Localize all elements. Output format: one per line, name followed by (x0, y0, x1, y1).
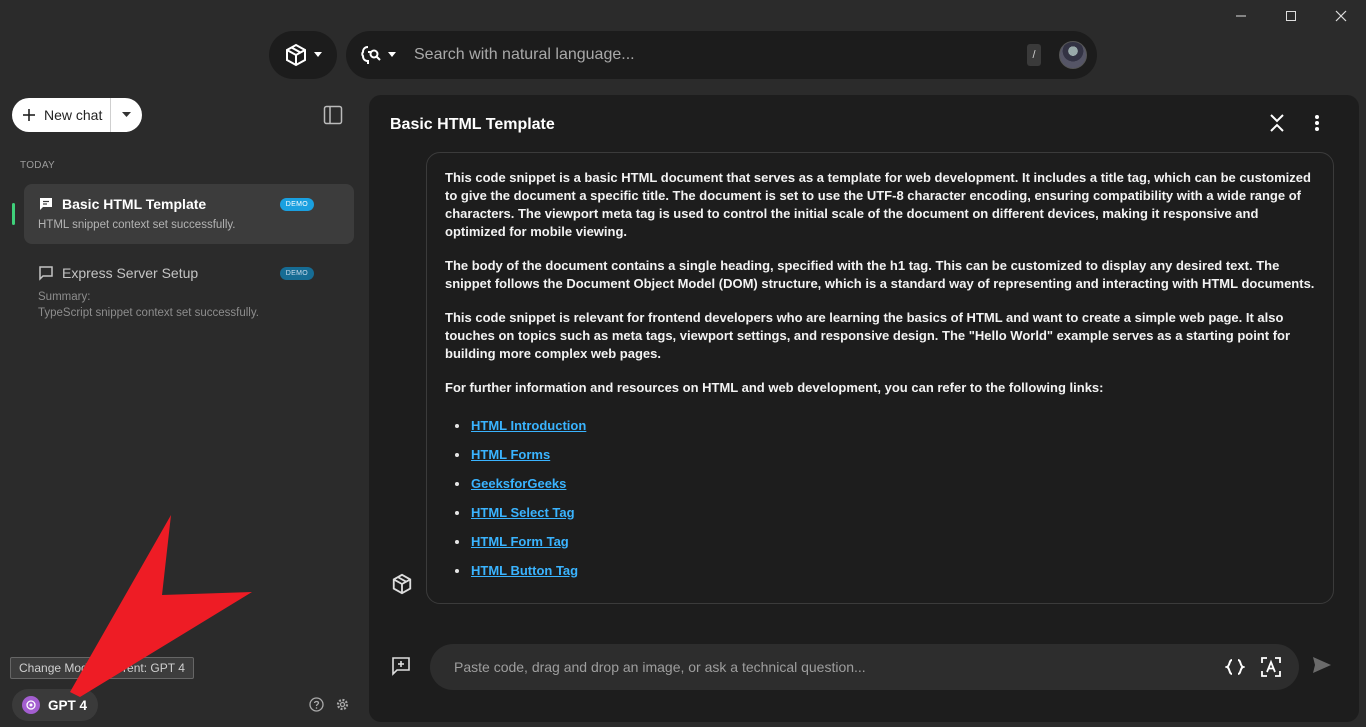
chat-add-icon (390, 655, 412, 677)
assistant-message: This code snippet is a basic HTML docume… (426, 152, 1334, 604)
openai-logo-icon (22, 696, 40, 714)
link-geeksforgeeks[interactable]: GeeksforGeeks (471, 475, 566, 493)
send-button[interactable] (1312, 655, 1332, 675)
search-bar: Search with natural language... / (346, 31, 1097, 79)
active-chat-indicator (12, 203, 15, 225)
new-chat-split-button: New chat (12, 98, 142, 132)
maximize-button[interactable] (1266, 4, 1316, 28)
search-shortcut-hint: / (1027, 44, 1041, 66)
new-chat-dropdown-button[interactable] (111, 98, 142, 132)
panel-left-icon (323, 105, 343, 125)
insert-code-button[interactable] (1225, 658, 1245, 676)
demo-badge: DEMO (279, 266, 314, 280)
text-recognition-icon (1261, 657, 1281, 677)
new-chat-button[interactable]: New chat (12, 98, 110, 132)
chat-item-basic-html-template[interactable]: Basic HTML Template DEMO HTML snippet co… (24, 184, 354, 244)
link-html-forms[interactable]: HTML Forms (471, 446, 550, 464)
chat-title: Basic HTML Template (390, 116, 555, 133)
chat-bubble-icon (38, 196, 54, 212)
link-html-introduction[interactable]: HTML Introduction (471, 417, 586, 435)
chat-item-subtitle: TypeScript snippet context set successfu… (38, 307, 259, 319)
list-item: GeeksforGeeks (445, 469, 1315, 498)
settings-button[interactable] (335, 697, 350, 712)
chat-item-title: Basic HTML Template (62, 196, 207, 212)
model-selector-button[interactable]: GPT 4 (12, 689, 98, 721)
model-label: GPT 4 (48, 697, 88, 713)
list-item: HTML Select Tag (445, 498, 1315, 527)
chevron-down-icon (314, 52, 322, 58)
brain-search-icon (360, 44, 382, 66)
cube-logo-icon (284, 43, 308, 67)
help-circle-icon (309, 697, 324, 712)
plus-icon (22, 108, 36, 122)
sidebar-toggle-button[interactable] (323, 105, 343, 125)
message-input[interactable]: Paste code, drag and drop an image, or a… (454, 659, 1209, 675)
chat-item-summary-label: Summary: (38, 291, 91, 303)
demo-badge: DEMO (279, 197, 314, 211)
link-html-select-tag[interactable]: HTML Select Tag (471, 504, 575, 522)
more-options-button[interactable] (1314, 113, 1320, 133)
list-item: HTML Button Tag (445, 556, 1315, 585)
chat-item-subtitle: HTML snippet context set successfully. (38, 219, 236, 231)
more-vertical-icon (1314, 113, 1320, 133)
send-icon (1312, 655, 1332, 675)
chevron-down-icon (122, 112, 131, 118)
message-paragraph: For further information and resources on… (445, 380, 1104, 395)
add-context-button[interactable] (390, 655, 412, 677)
message-paragraph: This code snippet is relevant for fronte… (445, 310, 1291, 361)
minimize-icon (1235, 10, 1247, 22)
chat-bubble-icon (38, 265, 54, 281)
chat-panel: Basic HTML Template This code snippet is… (369, 95, 1359, 722)
search-input[interactable]: Search with natural language... (414, 46, 1027, 64)
window-controls (1216, 4, 1366, 28)
change-model-tooltip: Change Model. Current: GPT 4 (10, 657, 194, 679)
section-label-today: TODAY (20, 160, 56, 171)
chat-item-express-server-setup[interactable]: Express Server Setup DEMO Summary: TypeS… (24, 253, 354, 333)
collapse-icon (1268, 113, 1286, 133)
minimize-button[interactable] (1216, 4, 1266, 28)
chat-item-title: Express Server Setup (62, 265, 199, 281)
chevron-down-icon (388, 52, 396, 58)
close-icon (1335, 10, 1347, 22)
app-switcher-button[interactable] (269, 31, 337, 79)
insert-image-button[interactable] (1261, 657, 1281, 677)
user-avatar[interactable] (1059, 41, 1087, 69)
new-chat-label: New chat (44, 107, 103, 123)
link-html-form-tag[interactable]: HTML Form Tag (471, 533, 569, 551)
cube-logo-icon (391, 573, 413, 595)
help-button[interactable] (309, 697, 324, 712)
message-composer: Paste code, drag and drop an image, or a… (430, 644, 1299, 690)
links-list: HTML Introduction HTML Forms GeeksforGee… (445, 411, 1315, 585)
message-paragraph: The body of the document contains a sing… (445, 258, 1315, 291)
maximize-icon (1285, 10, 1297, 22)
list-item: HTML Forms (445, 440, 1315, 469)
gear-icon (335, 697, 350, 712)
close-button[interactable] (1316, 4, 1366, 28)
collapse-button[interactable] (1268, 113, 1286, 133)
link-html-button-tag[interactable]: HTML Button Tag (471, 562, 578, 580)
list-item: HTML Introduction (445, 411, 1315, 440)
curly-braces-icon (1225, 658, 1245, 676)
list-item: HTML Form Tag (445, 527, 1315, 556)
message-paragraph: This code snippet is a basic HTML docume… (445, 170, 1311, 239)
assistant-avatar (391, 573, 413, 595)
search-mode-button[interactable] (360, 44, 396, 66)
